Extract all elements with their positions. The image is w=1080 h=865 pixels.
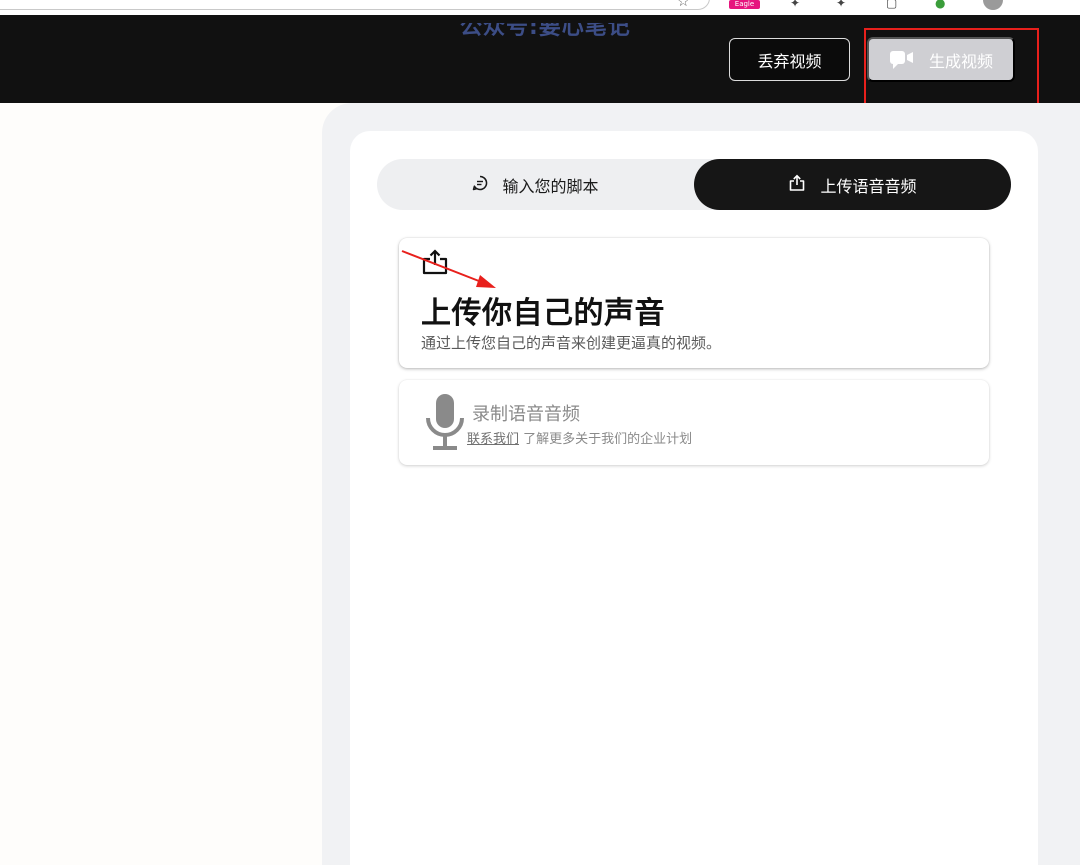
extension-icon[interactable]: ✦ xyxy=(790,0,800,10)
record-voice-option: 录制语音音频 联系我们 了解更多关于我们的企业计划 xyxy=(399,380,989,465)
enterprise-plan-text: 了解更多关于我们的企业计划 xyxy=(519,432,693,447)
record-voice-title: 录制语音音频 xyxy=(472,404,580,425)
profile-avatar-icon[interactable] xyxy=(983,0,1003,10)
upload-icon xyxy=(788,174,806,196)
address-bar[interactable] xyxy=(0,0,710,10)
generate-video-label: 生成视频 xyxy=(928,53,993,71)
tab-upload-audio-label: 上传语音音频 xyxy=(820,176,917,196)
upload-voice-option[interactable]: 上传你自己的声音 通过上传您自己的声音来创建更逼真的视频。 xyxy=(399,238,989,368)
extension-icon[interactable]: ▢ xyxy=(886,0,897,10)
input-mode-tabs: 输入您的脚本 上传语音音频 xyxy=(377,159,1011,210)
tab-upload-audio[interactable]: 上传语音音频 xyxy=(694,159,1011,210)
bookmark-star-icon[interactable]: ☆ xyxy=(677,0,690,10)
upload-icon xyxy=(421,248,449,280)
eagle-extension-badge[interactable]: Eagle xyxy=(729,0,760,9)
watermark: 公众号:要心笔记 xyxy=(460,23,631,40)
extension-icon[interactable]: ✦ xyxy=(836,0,846,10)
chat-bubble-icon xyxy=(472,175,488,195)
browser-toolbar: ☆ Eagle ✦ ✦ ▢ ● xyxy=(0,0,1080,15)
microphone-icon xyxy=(425,393,465,455)
upload-voice-title: 上传你自己的声音 xyxy=(421,296,665,331)
upload-voice-description: 通过上传您自己的声音来创建更逼真的视频。 xyxy=(421,334,722,352)
tab-enter-script-label: 输入您的脚本 xyxy=(502,176,599,196)
video-camera-icon xyxy=(889,49,915,71)
discard-video-button[interactable]: 丢弃视频 xyxy=(729,38,850,81)
contact-us-link[interactable]: 联系我们 xyxy=(467,432,519,447)
app-header: 公众号:要心笔记 丢弃视频 生成视频 xyxy=(0,15,1080,103)
generate-video-button[interactable]: 生成视频 xyxy=(867,37,1015,82)
extension-icon[interactable]: ● xyxy=(935,0,945,10)
record-voice-subtitle: 联系我们 了解更多关于我们的企业计划 xyxy=(467,428,692,447)
tab-enter-script[interactable]: 输入您的脚本 xyxy=(377,159,694,210)
